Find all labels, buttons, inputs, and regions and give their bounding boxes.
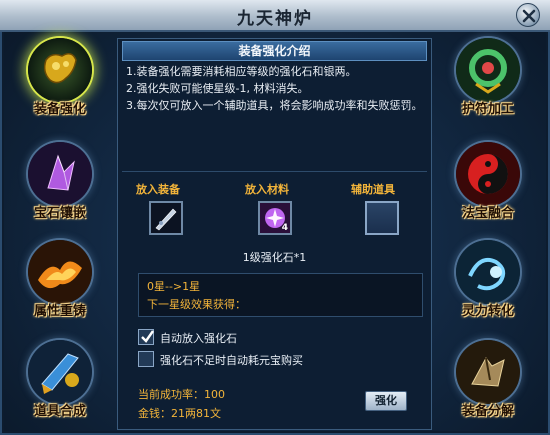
strengthen-button[interactable]: 强化 xyxy=(365,391,407,411)
close-button[interactable] xyxy=(516,3,540,27)
checkmark-icon xyxy=(141,330,154,343)
equipment-slot[interactable] xyxy=(149,201,183,235)
strengthen-panel: 装备强化介绍 1.装备强化需要消耗相应等级的强化石和银两。 2.强化失败可能使星… xyxy=(117,38,432,430)
armor-strengthen-icon xyxy=(28,38,92,102)
slot-attribute-recast[interactable]: 属性重铸 xyxy=(22,240,98,320)
window-title: 九天神炉 xyxy=(237,9,313,29)
magic-treasure-fusion-icon xyxy=(456,142,520,206)
spirit-conversion-icon xyxy=(456,240,520,304)
slot-label: 装备分解 xyxy=(461,404,514,419)
slot-label: 道具合成 xyxy=(33,404,86,419)
sword-icon xyxy=(151,203,181,233)
nine-heaven-furnace-window: 九天神炉 装备强化 宝石镶嵌 属性重铸 道具合成 护符加工 法宝融合 灵力转化 … xyxy=(0,0,550,435)
success-rate: 当前成功率：100 xyxy=(138,388,225,401)
divider xyxy=(122,171,427,172)
auto-put-stone-label: 自动放入强化石 xyxy=(160,332,237,345)
intro-line-3: 3.每次仅可放入一个辅助道具，将会影响成功率和失败惩罚。 xyxy=(126,99,423,112)
auto-buy-stone-label: 强化石不足时自动耗元宝购买 xyxy=(160,354,303,367)
slot-talisman-processing[interactable]: 护符加工 xyxy=(450,38,526,118)
intro-text: 1.装备强化需要消耗相应等级的强化石和银两。 2.强化失败可能使星级-1, 材料… xyxy=(126,63,426,114)
checkbox-unchecked[interactable] xyxy=(138,351,154,367)
slot-label: 宝石镶嵌 xyxy=(33,206,86,221)
slot-label: 护符加工 xyxy=(461,102,514,117)
put-equipment-label: 放入装备 xyxy=(136,183,180,196)
slot-spirit-conversion[interactable]: 灵力转化 xyxy=(450,240,526,320)
auto-buy-stone-checkbox[interactable]: 强化石不足时自动耗元宝购买 xyxy=(138,351,418,369)
slot-magic-treasure-fusion[interactable]: 法宝融合 xyxy=(450,142,526,222)
star-effect-box: 0星-->1星 下一星级效果获得： xyxy=(138,273,423,317)
slot-item-synthesis[interactable]: 道具合成 xyxy=(22,340,98,420)
intro-line-1: 1.装备强化需要消耗相应等级的强化石和银两。 xyxy=(126,65,357,78)
material-quantity: 4 xyxy=(281,223,288,233)
gem-inlay-icon xyxy=(28,142,92,206)
aux-item-slot[interactable] xyxy=(365,201,399,235)
aux-item-label: 辅助道具 xyxy=(351,183,395,196)
intro-line-2: 2.强化失败可能使星级-1, 材料消失。 xyxy=(126,82,309,95)
star-change-text: 0星-->1星 xyxy=(147,280,201,293)
attribute-recast-icon xyxy=(28,240,92,304)
slot-label: 灵力转化 xyxy=(461,304,514,319)
slot-gem-inlay[interactable]: 宝石镶嵌 xyxy=(22,142,98,222)
auto-put-stone-checkbox[interactable]: 自动放入强化石 xyxy=(138,329,338,347)
material-name: 1级强化石*1 xyxy=(242,251,307,264)
slot-equipment-decompose[interactable]: 装备分解 xyxy=(450,340,526,420)
material-slot[interactable]: 4 xyxy=(258,201,292,235)
title-bar: 九天神炉 xyxy=(0,0,550,32)
slot-label: 属性重铸 xyxy=(33,304,86,319)
talisman-processing-icon xyxy=(456,38,520,102)
panel-header: 装备强化介绍 xyxy=(122,41,427,61)
slot-label: 法宝融合 xyxy=(461,206,514,221)
slot-label: 装备强化 xyxy=(33,102,86,117)
equipment-decompose-icon xyxy=(456,340,520,404)
next-effect-text: 下一星级效果获得： xyxy=(147,298,246,311)
checkbox-checked[interactable] xyxy=(138,329,154,345)
item-synthesis-icon xyxy=(28,340,92,404)
money-amount: 金钱：21两81文 xyxy=(138,407,221,420)
put-material-label: 放入材料 xyxy=(245,183,289,196)
close-icon xyxy=(522,9,536,23)
slot-armor-strengthen[interactable]: 装备强化 xyxy=(22,38,98,118)
